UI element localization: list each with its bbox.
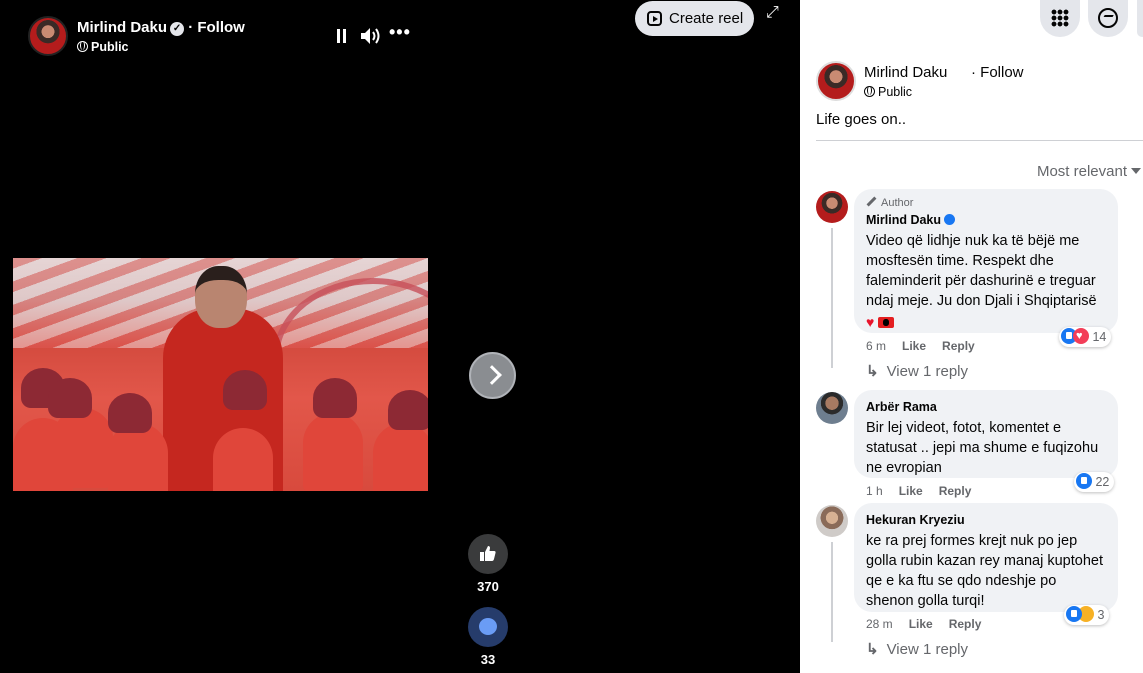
like-reaction-icon — [1076, 473, 1092, 489]
next-reel-button[interactable] — [469, 352, 516, 399]
comment-text: Bir lej videot, fotot, komentet e status… — [866, 420, 1099, 476]
volume-icon[interactable] — [360, 27, 382, 45]
comment-avatar[interactable] — [816, 191, 848, 223]
comment-avatar[interactable] — [816, 505, 848, 537]
video-kid — [373, 423, 428, 491]
comment-meta: 6 m Like Reply — [866, 339, 975, 353]
reel-video[interactable] — [13, 258, 428, 491]
more-icon[interactable]: ••• — [389, 22, 411, 43]
reply-arrow-icon: ↳ — [866, 363, 879, 380]
globe-icon — [864, 86, 875, 97]
reaction-count: 22 — [1095, 475, 1110, 489]
post-follow-button[interactable]: · Follow — [971, 64, 1024, 81]
divider — [816, 140, 1143, 141]
reaction-summary[interactable]: 3 — [1064, 605, 1110, 625]
reel-icon — [647, 11, 662, 26]
view-replies-text: View 1 reply — [886, 641, 969, 658]
comment-author[interactable]: Mirlind Daku — [866, 213, 941, 227]
sort-label: Most relevant — [1036, 163, 1127, 180]
video-kid — [303, 413, 363, 491]
comment-reply-button[interactable]: Reply — [949, 617, 982, 631]
post-author-name[interactable]: Mirlind Daku — [864, 64, 947, 81]
comment-bubble: Hekuran Kryeziu ke ra prej formes krejt … — [854, 503, 1118, 612]
comment-reply-button[interactable]: Reply — [939, 484, 972, 498]
comment-meta: 1 h Like Reply — [866, 484, 971, 498]
messenger-icon — [1098, 8, 1118, 28]
chevron-down-icon — [1131, 168, 1141, 174]
thumbs-up-icon — [480, 546, 496, 561]
expand-icon[interactable]: ⤢ — [766, 5, 782, 21]
like-button[interactable] — [468, 534, 508, 574]
post-author-avatar[interactable] — [816, 61, 856, 101]
menu-grid-icon — [1051, 9, 1069, 27]
video-kid-hat — [223, 370, 267, 410]
reaction-count: 14 — [1092, 330, 1107, 344]
comment-text: ke ra prej formes krejt nuk po jep golla… — [866, 533, 1103, 609]
video-kid — [108, 423, 168, 491]
notifications-button[interactable] — [1137, 0, 1143, 37]
thread-line — [831, 542, 833, 642]
video-kid-hat — [388, 390, 428, 430]
comment-author[interactable]: Arbër Rama — [866, 400, 937, 414]
reply-arrow-icon: ↳ — [866, 641, 879, 658]
comment-author[interactable]: Hekuran Kryeziu — [866, 513, 965, 527]
follow-button[interactable]: · Follow — [188, 19, 245, 36]
comment-like-button[interactable]: Like — [902, 339, 926, 353]
view-replies-link[interactable]: ↳ View 1 reply — [866, 362, 968, 380]
like-count: 370 — [477, 579, 499, 594]
create-reel-button[interactable]: Create reel — [635, 1, 754, 36]
comments-panel: Mirlind Daku · Follow Public Life goes o… — [800, 0, 1143, 673]
comment-button[interactable] — [468, 607, 508, 647]
menu-button[interactable] — [1040, 0, 1080, 37]
messenger-button[interactable] — [1088, 0, 1128, 37]
reel-viewer: Mirlind Daku ✓ · Follow Public ••• Create… — [0, 0, 800, 673]
reaction-count: 3 — [1097, 608, 1105, 622]
comment-meta: 28 m Like Reply — [866, 617, 981, 631]
heart-emoji-icon: ♥ — [866, 314, 875, 330]
like-reaction-icon — [1066, 606, 1082, 622]
comment-text: Video që lidhje nuk ka të bëjë me mosfte… — [866, 233, 1097, 309]
video-kid-hat — [108, 393, 152, 433]
owner-avatar[interactable] — [28, 16, 68, 56]
comment-time[interactable]: 1 h — [866, 484, 883, 498]
video-player-head — [195, 266, 247, 328]
comment-avatar[interactable] — [816, 392, 848, 424]
view-replies-link[interactable]: ↳ View 1 reply — [866, 640, 968, 658]
video-kid-hat — [48, 378, 92, 418]
pencil-icon — [866, 196, 877, 207]
comment-icon — [479, 618, 497, 635]
comment-like-button[interactable]: Like — [899, 484, 923, 498]
reaction-summary[interactable]: 14 — [1059, 326, 1112, 347]
post-audience: Public — [864, 85, 912, 99]
comment-like-button[interactable]: Like — [909, 617, 933, 631]
albania-flag-icon — [878, 317, 895, 328]
owner-header: Mirlind Daku ✓ · Follow — [77, 19, 245, 36]
comment-reply-button[interactable]: Reply — [942, 339, 975, 353]
video-kid-hat — [313, 378, 357, 418]
comment-time[interactable]: 28 m — [866, 617, 893, 631]
verified-icon: ✓ — [170, 22, 185, 36]
audience-label: Public — [77, 40, 129, 54]
comment-count: 33 — [480, 652, 496, 667]
comment-bubble: Author Mirlind Daku Video që lidhje nuk … — [854, 189, 1118, 333]
video-kid — [213, 428, 273, 491]
post-caption: Life goes on.. — [816, 111, 907, 128]
thread-line — [831, 228, 833, 368]
create-reel-label: Create reel — [669, 10, 744, 27]
view-replies-text: View 1 reply — [886, 363, 969, 380]
pause-icon[interactable] — [336, 29, 348, 43]
post-audience-text: Public — [878, 85, 913, 99]
globe-icon — [77, 41, 88, 52]
video-kid — [53, 408, 113, 488]
reaction-summary[interactable]: 22 — [1074, 472, 1115, 492]
comment-bubble: Arbër Rama Bir lej videot, fotot, koment… — [854, 390, 1118, 478]
audience-text: Public — [91, 40, 129, 54]
verified-icon — [944, 214, 956, 225]
comment-time[interactable]: 6 m — [866, 339, 886, 353]
author-badge-text: Author — [881, 197, 914, 209]
owner-name[interactable]: Mirlind Daku — [77, 19, 167, 36]
author-badge: Author — [866, 196, 1106, 209]
sort-dropdown[interactable]: Most relevant — [1037, 163, 1141, 180]
love-reaction-icon — [1073, 326, 1089, 346]
